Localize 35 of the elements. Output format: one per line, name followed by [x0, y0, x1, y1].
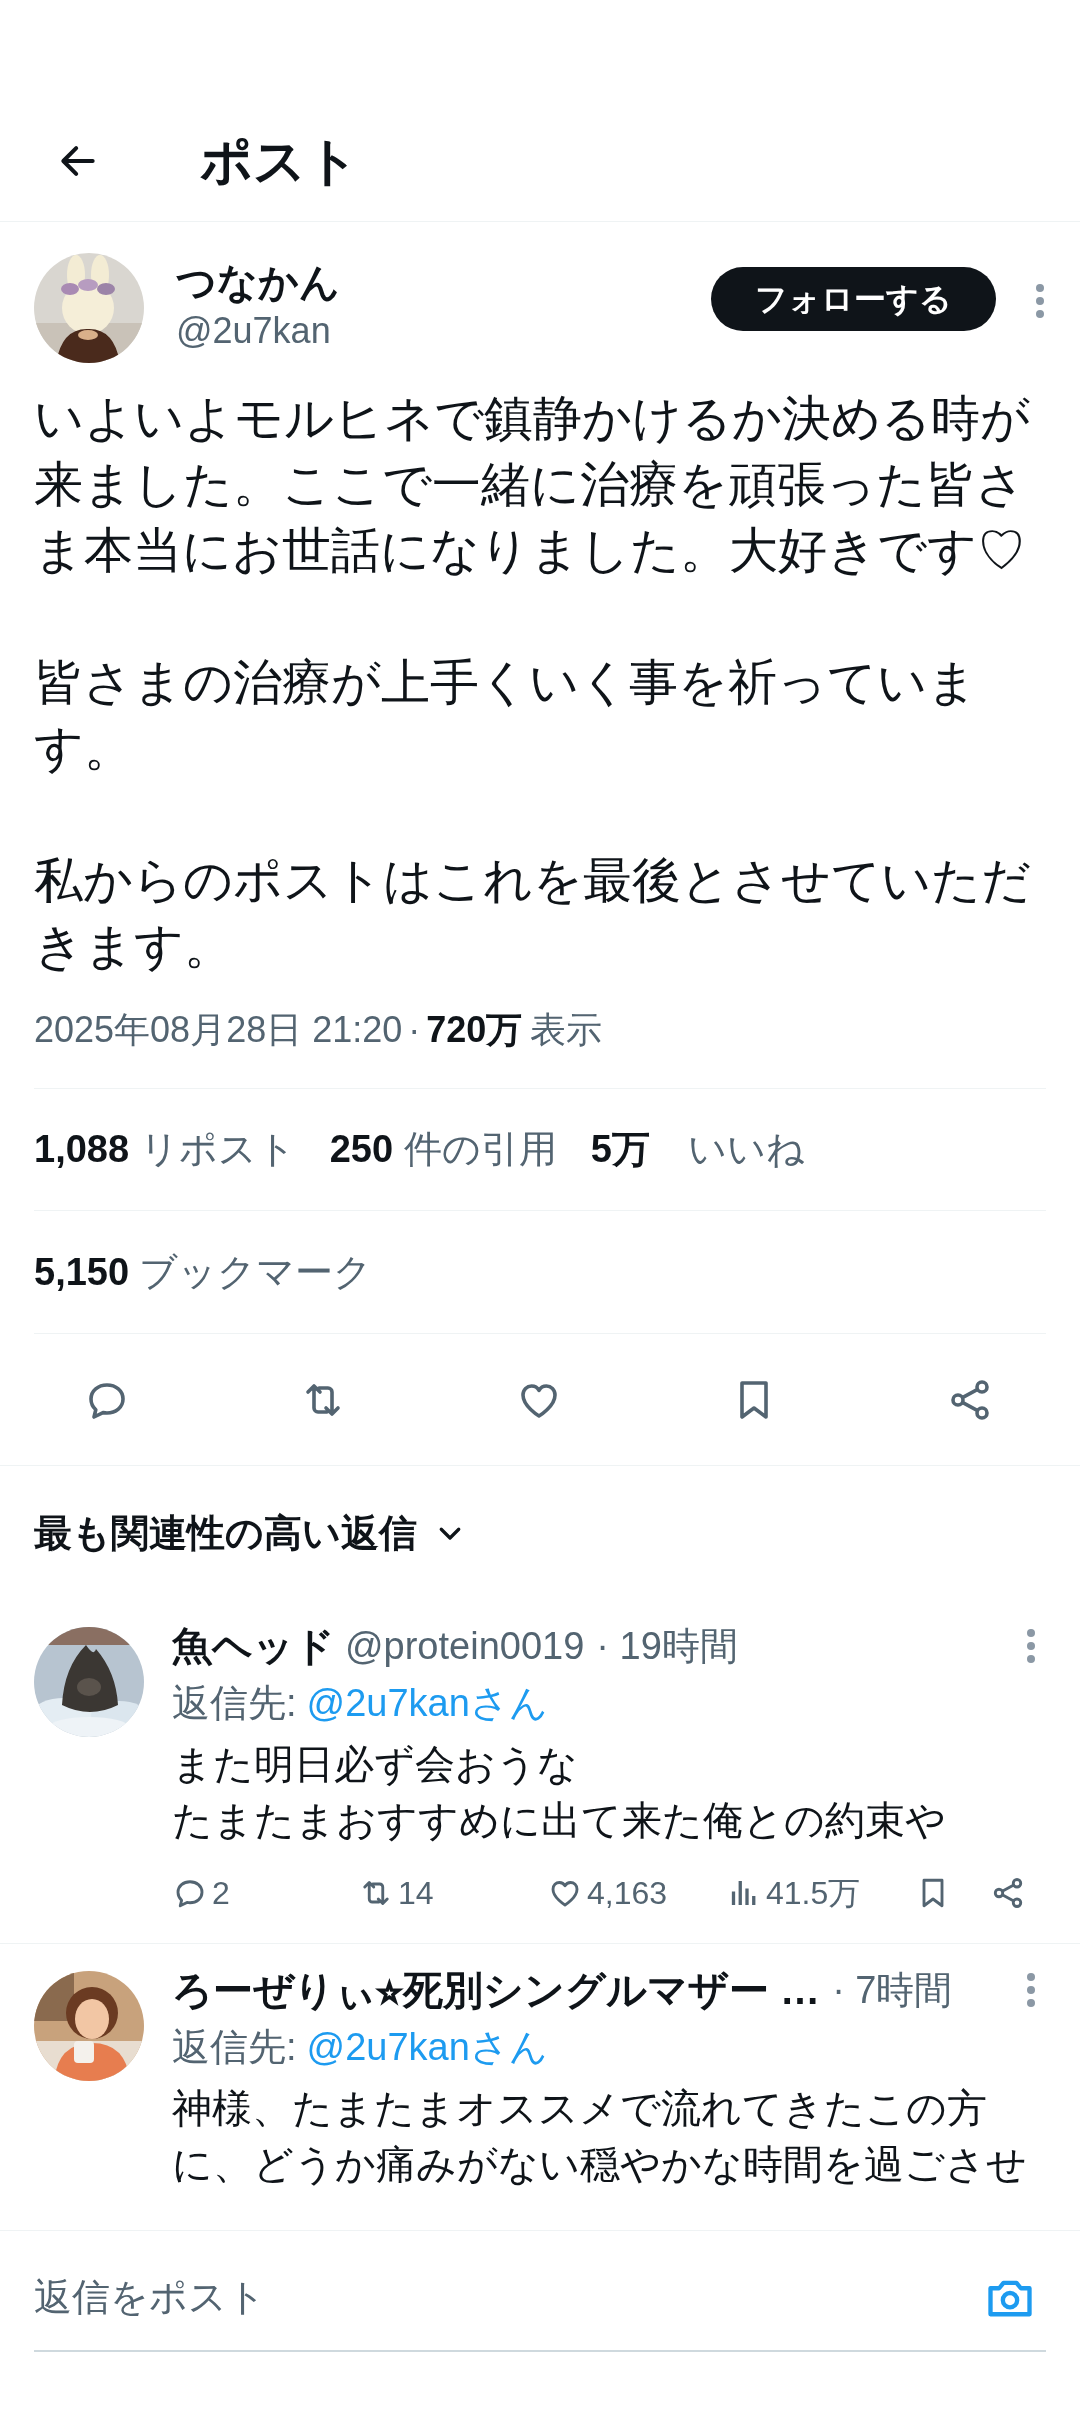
- sort-label[interactable]: 最も関連性の高い返信: [34, 1504, 417, 1562]
- post-text: 私からのポストはこれを最後とさせていただきます。: [34, 852, 1032, 975]
- stat-link[interactable]: 5万 いいね: [590, 1121, 805, 1178]
- like-count: 4,163: [587, 1874, 668, 1913]
- reply-to-label: 返信先:: [172, 2024, 297, 2070]
- author-handle[interactable]: @2u7kan: [176, 307, 340, 355]
- view-count: 720万: [426, 1008, 523, 1052]
- bookmark-label[interactable]: ブックマーク: [139, 1243, 373, 1301]
- reply-author-name[interactable]: 魚ヘッド: [172, 1616, 335, 1676]
- more-icon[interactable]: [1025, 1628, 1037, 1664]
- page-title: ポスト: [200, 134, 359, 187]
- reply-time[interactable]: · 7時間: [832, 1961, 953, 2019]
- post-text: いよいよモルヒネで鎮静かけるか決める時が来ました。ここで一緒に治療を頑張った皆さま本当にお世話になりました。大好きです♡: [34, 390, 1031, 579]
- bookmark-count[interactable]: 5,150: [34, 1243, 130, 1301]
- reply-author-handle[interactable]: @protein0019: [345, 1617, 585, 1675]
- reply-text: 神様、たまたまオススメで流れてきたこの方に、どうか痛みがない穏やかな時間を過ごさせ: [172, 2085, 1028, 2188]
- reply-author-name[interactable]: ろーぜりぃ⭐死別シングルマザー …: [172, 1960, 821, 2020]
- reply-count: 2: [212, 1874, 230, 1913]
- separator: ·: [408, 1008, 421, 1052]
- stat-link[interactable]: 1,088 リポスト: [34, 1121, 296, 1178]
- more-icon[interactable]: [1025, 1972, 1037, 2008]
- reply-text: たまたまおすすめに出て来た俺との約束や: [172, 1797, 947, 1844]
- reply-to-label: 返信先:: [172, 1680, 297, 1726]
- reply-text: また明日必ず会おうな: [172, 1741, 579, 1788]
- reply-input-field[interactable]: 返信をポスト: [34, 2269, 984, 2326]
- repost-count: 14: [398, 1874, 434, 1913]
- more-icon[interactable]: [1034, 283, 1046, 319]
- reply-time[interactable]: · 19時間: [596, 1617, 738, 1675]
- timestamp[interactable]: 2025年08月28日 21:20: [34, 1006, 403, 1054]
- view-count: 41.5万: [766, 1874, 861, 1913]
- follow-button[interactable]: フォローする: [711, 267, 996, 331]
- post-text: 皆さまの治療が上手くいく事を祈っています。: [34, 654, 978, 777]
- author-name[interactable]: つなかん: [176, 257, 340, 307]
- views-label: 表示: [530, 1008, 603, 1052]
- stat-link[interactable]: 250 件の引用: [329, 1121, 557, 1178]
